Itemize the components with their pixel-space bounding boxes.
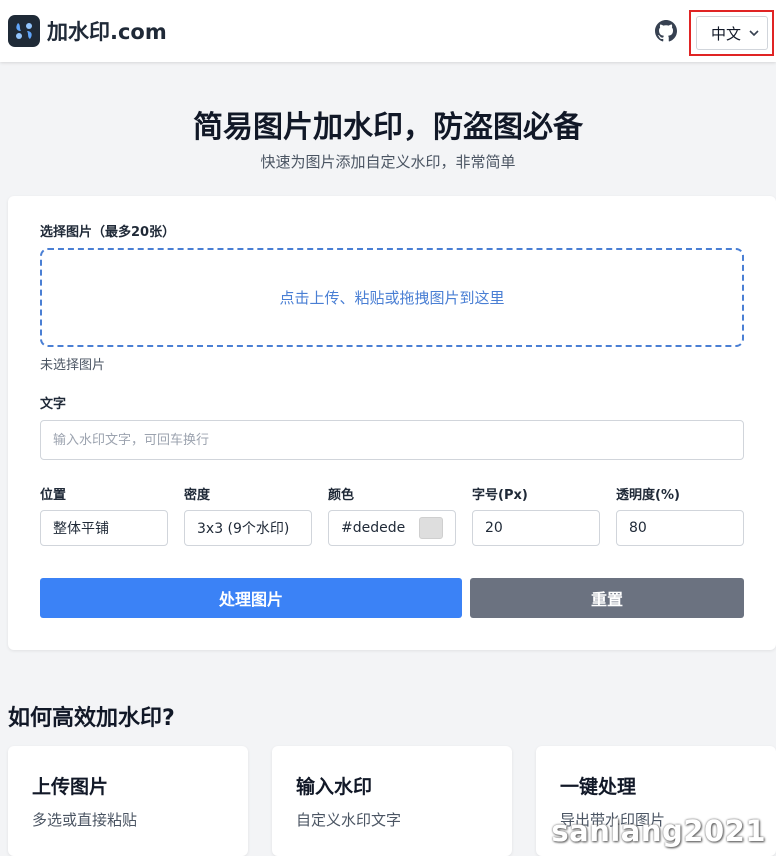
watermark-text-input[interactable] [40, 420, 744, 460]
step-card: 上传图片 多选或直接粘贴 [8, 746, 248, 856]
github-icon[interactable] [655, 20, 677, 42]
font-size-label: 字号(Px) [472, 488, 528, 503]
page-subtitle: 快速为图片添加自定义水印，非常简单 [260, 153, 516, 171]
step-desc: 多选或直接粘贴 [32, 811, 138, 829]
font-size-value: 20 [485, 520, 503, 536]
density-value: 3x3 (9个水印) [197, 521, 290, 537]
file-status-text: 未选择图片 [40, 358, 106, 373]
image-dropzone[interactable]: 点击上传、粘贴或拖拽图片到这里 [40, 248, 744, 347]
step-title: 上传图片 [32, 776, 109, 798]
position-value: 整体平铺 [53, 521, 109, 537]
color-value: #dedede [341, 520, 406, 536]
image-select-label: 选择图片（最多20张） [40, 225, 176, 240]
dropzone-text: 点击上传、粘贴或拖拽图片到这里 [279, 289, 505, 307]
language-value: 中文 [711, 24, 742, 43]
opacity-value: 80 [629, 520, 647, 536]
overlay-watermark: sanlang2021 [551, 814, 766, 848]
watermark-form-card: 选择图片（最多20张） 点击上传、粘贴或拖拽图片到这里 未选择图片 文字 位置 … [8, 196, 776, 650]
process-image-button[interactable]: 处理图片 [40, 578, 462, 618]
color-label: 颜色 [328, 488, 355, 503]
brand-name[interactable]: 加水印.com [47, 16, 167, 46]
language-highlight: 中文 [689, 10, 774, 56]
color-input[interactable]: #dedede [328, 510, 456, 546]
font-size-input[interactable]: 20 [472, 510, 600, 546]
position-label: 位置 [40, 488, 67, 503]
step-title: 输入水印 [296, 776, 373, 798]
position-select[interactable]: 整体平铺 [40, 510, 168, 546]
howto-title: 如何高效加水印? [8, 706, 175, 731]
step-desc: 自定义水印文字 [296, 811, 402, 829]
color-swatch[interactable] [419, 517, 443, 539]
density-label: 密度 [184, 488, 211, 503]
chevron-down-icon [749, 30, 759, 37]
reset-button[interactable]: 重置 [470, 578, 744, 618]
step-card: 输入水印 自定义水印文字 [272, 746, 512, 856]
opacity-input[interactable]: 80 [616, 510, 744, 546]
top-nav: 加水印.com 中文 [0, 0, 776, 62]
app-logo-icon[interactable] [8, 15, 40, 47]
density-select[interactable]: 3x3 (9个水印) [184, 510, 312, 546]
language-select[interactable]: 中文 [696, 16, 768, 50]
step-title: 一键处理 [560, 776, 637, 798]
page-title: 简易图片加水印，防盗图必备 [193, 110, 583, 145]
opacity-label: 透明度(%) [616, 488, 680, 503]
text-label: 文字 [40, 397, 67, 412]
